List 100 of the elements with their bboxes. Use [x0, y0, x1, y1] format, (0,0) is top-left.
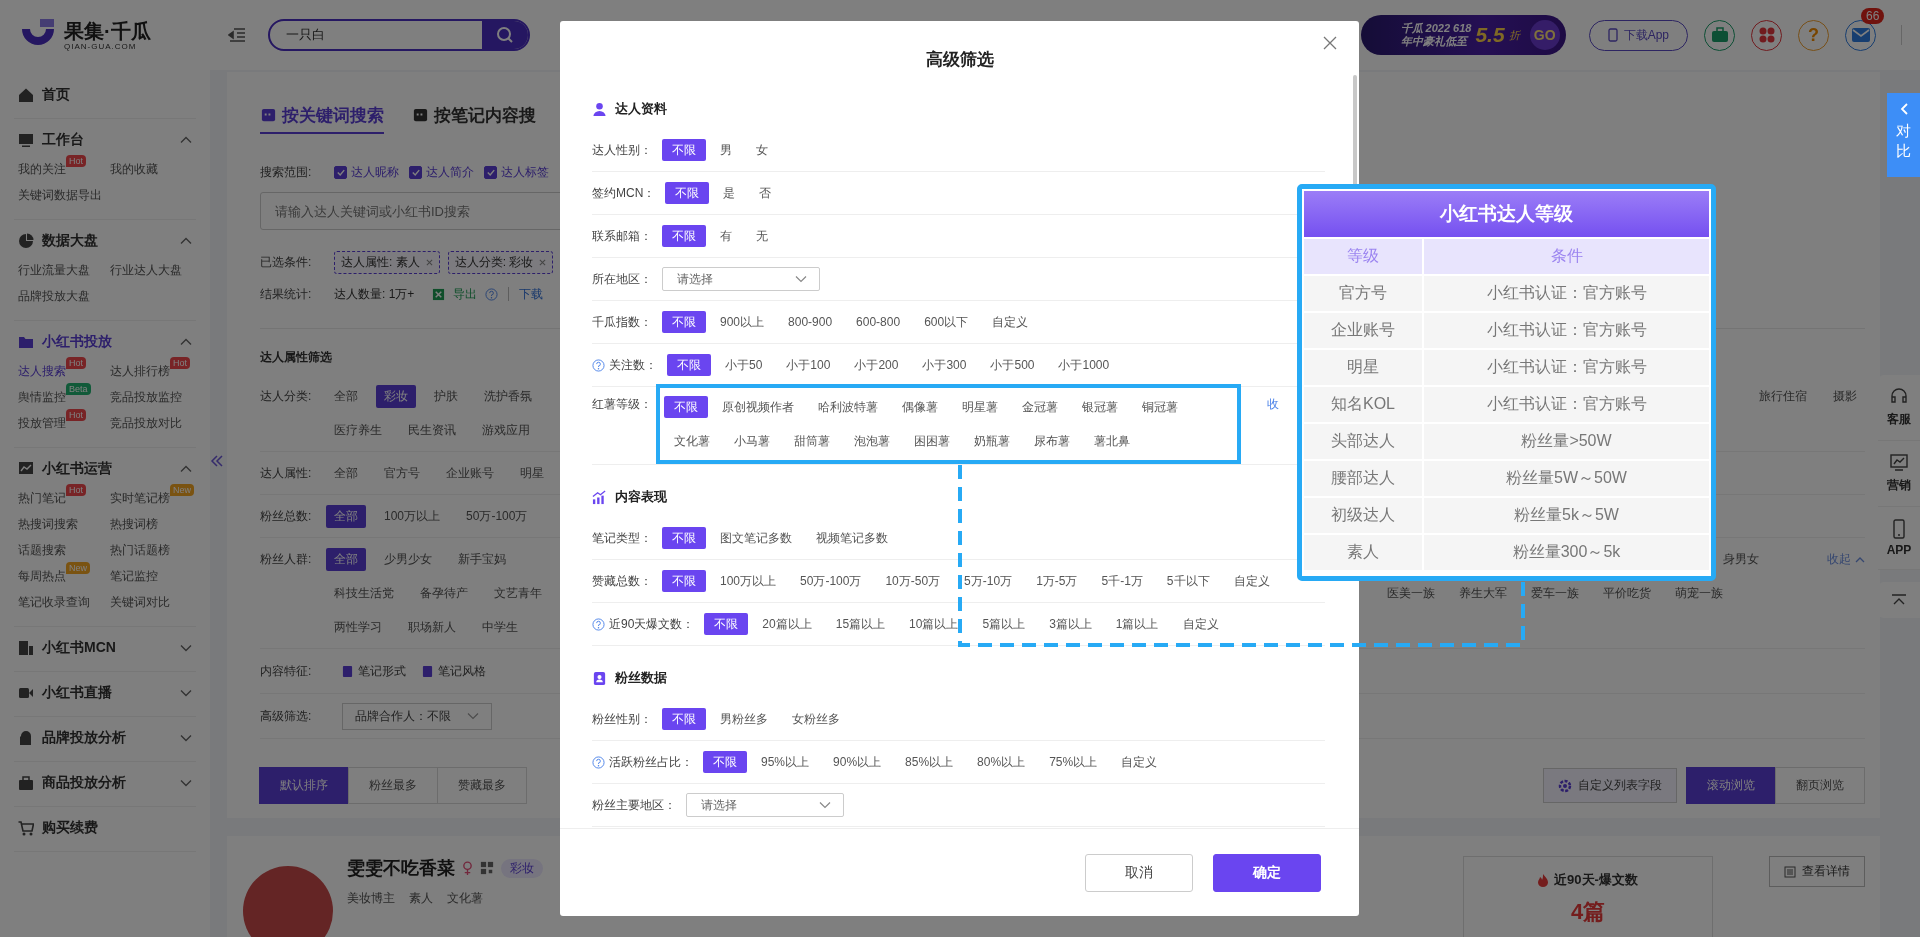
- filter-option[interactable]: 不限: [665, 182, 710, 204]
- sidebar-link[interactable]: 笔记收录查询: [18, 592, 90, 612]
- sidebar-link[interactable]: 热搜词搜索: [18, 514, 78, 534]
- sidebar-link[interactable]: 关键词对比: [110, 592, 170, 612]
- checkbox[interactable]: [484, 165, 497, 179]
- filter-option[interactable]: 萌宠一族: [1667, 581, 1731, 605]
- filter-option[interactable]: 全部: [326, 384, 366, 408]
- feature-filter[interactable]: 笔记形式: [342, 662, 406, 680]
- filter-option[interactable]: 养生大军: [1451, 581, 1515, 605]
- filter-option[interactable]: 自定义: [1172, 613, 1229, 635]
- filter-option[interactable]: 旅行住宿: [1751, 384, 1815, 408]
- confirm-button[interactable]: 确定: [1213, 853, 1321, 892]
- sidebar-link[interactable]: 达人排行榜: [110, 361, 170, 381]
- filter-option[interactable]: 80%以上: [967, 751, 1036, 773]
- filter-option[interactable]: 1万-5万: [1026, 570, 1088, 592]
- sidebar-link[interactable]: 热门笔记: [18, 488, 66, 508]
- download-app-button[interactable]: 下载App: [1588, 19, 1688, 51]
- sidebar-item[interactable]: 小红书MCN: [14, 633, 196, 663]
- export-link[interactable]: 导出: [453, 285, 478, 303]
- search-tab[interactable]: 按关键词搜索: [260, 104, 384, 134]
- filter-option[interactable]: 视频笔记多数: [806, 527, 898, 549]
- sidebar-item[interactable]: 商品投放分析: [14, 768, 196, 798]
- feature-filter[interactable]: 笔记风格: [422, 662, 486, 680]
- filter-option[interactable]: 甜筒薯: [784, 430, 840, 452]
- filter-option[interactable]: 奶瓶薯: [964, 430, 1020, 452]
- filter-option[interactable]: 小于100: [776, 354, 841, 376]
- sidebar-link[interactable]: 热门话题榜: [110, 540, 170, 560]
- sidebar-item[interactable]: 小红书直播: [14, 678, 196, 708]
- sidebar-item[interactable]: 小红书运营: [14, 454, 196, 484]
- sort-button[interactable]: 粉丝最多: [348, 767, 438, 804]
- filter-option[interactable]: 文化薯: [664, 430, 720, 452]
- collapse-link[interactable]: 收: [1267, 387, 1279, 413]
- filter-option[interactable]: 偶像薯: [892, 396, 948, 418]
- filter-option[interactable]: 600-800: [846, 311, 911, 333]
- sort-button[interactable]: 赞藏最多: [437, 767, 527, 804]
- filter-option[interactable]: 3篇以上: [1039, 613, 1102, 635]
- filter-option[interactable]: 少男少女: [376, 547, 440, 571]
- filter-option[interactable]: 小于1000: [1048, 354, 1120, 376]
- side-tool-button[interactable]: 客服: [1878, 375, 1920, 441]
- sidebar-link[interactable]: 行业达人大盘: [110, 260, 182, 280]
- sort-button[interactable]: 默认排序: [259, 767, 349, 804]
- sidebar-link[interactable]: 行业流量大盘: [18, 260, 90, 280]
- view-mode-button[interactable]: 翻页浏览: [1775, 767, 1865, 804]
- filter-option[interactable]: 新手宝妈: [450, 547, 514, 571]
- view-details-button[interactable]: 查看详情: [1769, 856, 1865, 887]
- filter-option[interactable]: 50万-100万: [790, 570, 872, 592]
- filter-option[interactable]: 900以上: [710, 311, 775, 333]
- filter-option[interactable]: 10篇以上: [899, 613, 969, 635]
- filter-option[interactable]: 全部: [326, 547, 366, 571]
- filter-option[interactable]: 90%以上: [823, 751, 892, 773]
- download-link[interactable]: 下载: [519, 285, 544, 303]
- filter-option[interactable]: 5千-1万: [1091, 570, 1153, 592]
- filter-option[interactable]: 金冠薯: [1012, 396, 1068, 418]
- sidebar-item[interactable]: 数据大盘: [14, 226, 196, 256]
- filter-option[interactable]: 男粉丝多: [710, 708, 778, 730]
- filter-option[interactable]: 不限: [667, 354, 711, 376]
- filter-option[interactable]: 800-900: [778, 311, 843, 333]
- filter-option[interactable]: 75%以上: [1039, 751, 1108, 773]
- collapse-link[interactable]: 收起: [1827, 550, 1865, 568]
- filter-option[interactable]: 明星薯: [952, 396, 1008, 418]
- filter-option[interactable]: 50万-100万: [458, 504, 536, 528]
- filter-option[interactable]: 20篇以上: [752, 613, 822, 635]
- filter-option[interactable]: 不限: [662, 527, 706, 549]
- filter-dropdown[interactable]: 品牌合作人：不限: [342, 702, 492, 730]
- compare-tab[interactable]: 对比: [1887, 93, 1920, 177]
- filter-option[interactable]: 不限: [703, 751, 747, 773]
- scope-checkbox[interactable]: 达人标签: [484, 163, 549, 181]
- filter-option[interactable]: 小于50: [715, 354, 773, 376]
- filter-option[interactable]: 小马薯: [724, 430, 780, 452]
- filter-option[interactable]: 哈利波特薯: [808, 396, 888, 418]
- filter-option[interactable]: 铜冠薯: [1132, 396, 1188, 418]
- sidebar-link[interactable]: 我的关注: [18, 159, 66, 179]
- view-mode-button[interactable]: 滚动浏览: [1686, 767, 1776, 804]
- menu-fold-icon[interactable]: [228, 27, 246, 43]
- side-tool-button[interactable]: APP: [1878, 507, 1920, 570]
- filter-option[interactable]: 小于300: [912, 354, 977, 376]
- region-select[interactable]: 请选择: [662, 267, 820, 291]
- filter-option[interactable]: 5千以下: [1156, 570, 1220, 592]
- sidebar-item[interactable]: 购买续费: [14, 813, 196, 843]
- condition-tag[interactable]: 达人属性: 素人: [334, 250, 440, 274]
- search-tab[interactable]: 按笔记内容搜: [412, 104, 536, 134]
- sidebar-link[interactable]: 每周热点: [18, 566, 66, 586]
- scope-checkbox[interactable]: 达人简介: [409, 163, 474, 181]
- help-icon[interactable]: [592, 755, 605, 769]
- sidebar-link[interactable]: 竞品投放对比: [110, 413, 182, 433]
- filter-option[interactable]: 身男女: [1715, 547, 1767, 571]
- filter-option[interactable]: 医疗养生: [326, 418, 390, 442]
- filter-option[interactable]: 600以下: [914, 311, 979, 333]
- filter-option[interactable]: 不限: [704, 613, 749, 635]
- back-to-top-button[interactable]: [1878, 582, 1920, 618]
- filter-option[interactable]: 95%以上: [751, 751, 820, 773]
- filter-option[interactable]: 全部: [326, 504, 366, 528]
- sidebar-link[interactable]: 达人搜索: [18, 361, 66, 381]
- filter-option[interactable]: 医美一族: [1379, 581, 1443, 605]
- filter-option[interactable]: 护肤: [426, 384, 466, 408]
- creator-name[interactable]: 雯雯不吃香菜: [347, 856, 455, 880]
- filter-option[interactable]: 民生资讯: [400, 418, 464, 442]
- filter-option[interactable]: 100万以上: [710, 570, 787, 592]
- filter-option[interactable]: 备孕待产: [412, 581, 476, 605]
- filter-option[interactable]: 全部: [326, 461, 366, 485]
